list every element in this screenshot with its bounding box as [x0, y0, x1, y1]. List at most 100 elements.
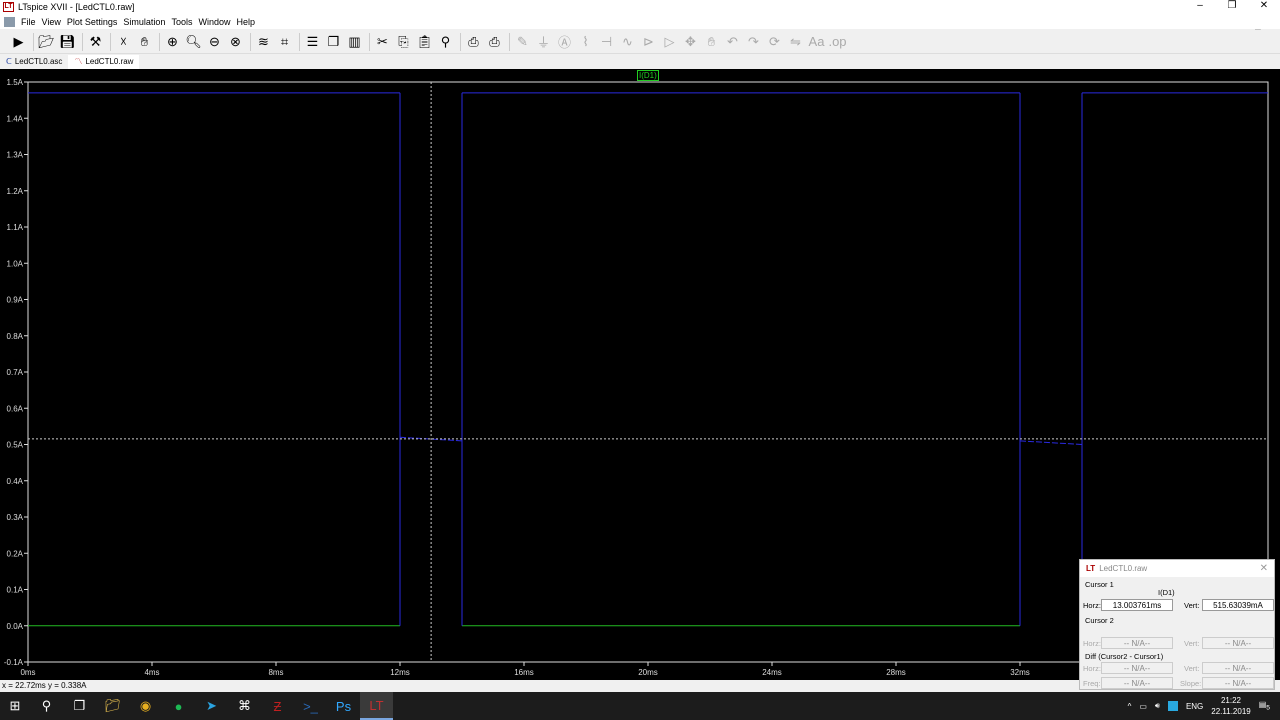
mark-icon[interactable]: ⌗	[275, 32, 294, 51]
zoom-out-icon[interactable]: ⊖	[205, 32, 224, 51]
autorange-icon[interactable]: ≋	[254, 32, 273, 51]
cursor1-heading: Cursor 1	[1085, 580, 1114, 589]
schematic-icon: ᑕ	[6, 57, 12, 66]
y-tick-label: 0.7A	[7, 368, 24, 377]
toolbar-separator	[460, 32, 461, 51]
x-tick-label: 12ms	[390, 668, 410, 677]
save-icon[interactable]: 💾︎	[58, 32, 77, 51]
volume-icon[interactable]: 🔊︎	[1155, 701, 1160, 711]
redo-icon[interactable]: ↷	[744, 32, 763, 51]
telegram-icon[interactable]: ➤	[195, 692, 228, 720]
paste-icon[interactable]: 📋︎	[415, 32, 434, 51]
diff-vert-field: -- N/A--	[1202, 662, 1274, 674]
label-icon[interactable]: Ⓐ	[555, 32, 574, 51]
language-indicator[interactable]: ENG	[1186, 702, 1203, 711]
tab-schematic[interactable]: ᑕ LedCTL0.asc	[0, 55, 69, 69]
minimize-button[interactable]: –	[1184, 0, 1216, 11]
y-tick-label: 0.0A	[7, 622, 24, 631]
menu-view[interactable]: View	[42, 17, 61, 27]
menu-simulation[interactable]: Simulation	[123, 17, 165, 27]
ltspice-icon[interactable]: LT	[360, 692, 393, 720]
menu-plot-settings[interactable]: Plot Settings	[67, 17, 118, 27]
toolbar-separator	[33, 32, 34, 51]
notifications-icon[interactable]: ▤5	[1259, 700, 1270, 712]
toolbar-separator	[159, 32, 160, 51]
filezilla-icon[interactable]: Ƶ	[261, 692, 294, 720]
capacitor-icon[interactable]: ⊣	[597, 32, 616, 51]
y-tick-label: 0.3A	[7, 513, 24, 522]
tile-horizontal-icon[interactable]: ☰	[303, 32, 322, 51]
inductor-icon[interactable]: ∿	[618, 32, 637, 51]
cursor1-horz-field[interactable]: 13.003761ms	[1101, 599, 1173, 611]
drag-icon[interactable]: ✋︎	[702, 32, 721, 51]
wifi-icon[interactable]	[1167, 701, 1178, 711]
copy-icon[interactable]: ⎘	[394, 32, 413, 51]
freq-field: -- N/A--	[1101, 677, 1173, 689]
ltspice-logo-icon: LT	[1086, 564, 1096, 573]
chrome-icon[interactable]: ◉	[129, 692, 162, 720]
resistor-icon[interactable]: ⌇	[576, 32, 595, 51]
y-tick-label: 0.2A	[7, 549, 24, 558]
cascade-icon[interactable]: ❐	[324, 32, 343, 51]
zoom-in-icon[interactable]: ⊕	[163, 32, 182, 51]
undo-icon[interactable]: ↶	[723, 32, 742, 51]
menu-file[interactable]: File	[21, 17, 36, 27]
clock[interactable]: 21:22 22.11.2019	[1211, 695, 1250, 717]
move-icon[interactable]: ✥	[681, 32, 700, 51]
y-tick-label: 1.4A	[7, 114, 24, 123]
network-icon[interactable]: ▭	[1139, 702, 1147, 711]
powershell-icon[interactable]: >_	[294, 692, 327, 720]
cut-icon[interactable]: ✂	[373, 32, 392, 51]
component-icon[interactable]: ▷	[660, 32, 679, 51]
halt-icon[interactable]: ☓	[114, 32, 133, 51]
cursor1-vert-field[interactable]: 515.63039mA	[1202, 599, 1274, 611]
y-tick-label: 1.3A	[7, 151, 24, 160]
menu-help[interactable]: Help	[236, 17, 255, 27]
diff-horz-field: -- N/A--	[1101, 662, 1173, 674]
y-tick-label: 0.6A	[7, 404, 24, 413]
trace-label[interactable]: I(D1)	[637, 70, 659, 81]
x-tick-label: 0ms	[20, 668, 35, 677]
network-tool-icon[interactable]: ⌘	[228, 692, 261, 720]
search-icon[interactable]: ⚲	[30, 692, 63, 720]
toolbar: ▶ 📂︎ 💾︎ ⚒ ☓ ✋︎ ⊕ 🔍︎ ⊖ ⊗ ≋ ⌗ ☰ ❐ ▥ ✂ ⎘ 📋︎ ⚲ ⎙ ⎙ ✎ ⏚ Ⓐ ⌇ ⊣ ∿ ⊳ ▷ ✥ ✋︎ ↶ ↷ ⟳…	[0, 30, 1280, 54]
photoshop-icon[interactable]: Ps	[327, 692, 360, 720]
ground-icon[interactable]: ⏚	[534, 32, 553, 51]
print-setup-icon[interactable]: ⎙	[464, 32, 483, 51]
menu-tools[interactable]: Tools	[171, 17, 192, 27]
file-explorer-icon[interactable]: 📁︎	[96, 692, 129, 720]
tile-vertical-icon[interactable]: ▥	[345, 32, 364, 51]
spice-directive-icon[interactable]: .op	[828, 32, 847, 51]
cursor2-heading: Cursor 2	[1085, 616, 1114, 625]
find-icon[interactable]: ⚲	[436, 32, 455, 51]
open-icon[interactable]: 📂︎	[37, 32, 56, 51]
task-view-icon[interactable]: ❐	[63, 692, 96, 720]
diode-icon[interactable]: ⊳	[639, 32, 658, 51]
tab-waveform[interactable]: 〽 LedCTL0.raw	[68, 55, 140, 69]
horz-label: Horz:	[1083, 638, 1101, 648]
cursor-trace-name: I(D1)	[1158, 588, 1175, 597]
y-tick-label: 1.2A	[7, 187, 24, 196]
cursor-window: LT LedCTL0.raw ✕ Cursor 1 I(D1) Horz: 13.00…	[1079, 559, 1275, 690]
cursor-window-title[interactable]: LT LedCTL0.raw ✕	[1080, 560, 1274, 577]
close-button[interactable]: ✕	[1248, 0, 1280, 11]
pan-icon[interactable]: ✋︎	[135, 32, 154, 51]
close-icon[interactable]: ✕	[1260, 563, 1268, 574]
draw-wire-icon[interactable]: ✎	[513, 32, 532, 51]
text-icon[interactable]: Aa	[807, 32, 826, 51]
control-panel-icon[interactable]: ⚒	[86, 32, 105, 51]
mirror-icon[interactable]: ⇋	[786, 32, 805, 51]
print-icon[interactable]: ⎙	[485, 32, 504, 51]
y-tick-label: 1.0A	[7, 259, 24, 268]
menu-window[interactable]: Window	[198, 17, 230, 27]
run-icon[interactable]: ▶	[9, 32, 28, 51]
zoom-fit-icon[interactable]: ⊗	[226, 32, 245, 51]
rotate-icon[interactable]: ⟳	[765, 32, 784, 51]
y-tick-label: 0.1A	[7, 586, 24, 595]
chevron-up-icon[interactable]: ^	[1128, 702, 1132, 711]
spotify-icon[interactable]: ●	[162, 692, 195, 720]
maximize-button[interactable]: ❐	[1216, 0, 1248, 11]
start-icon[interactable]: ⊞	[0, 692, 30, 720]
horz-label: Horz:	[1083, 600, 1101, 610]
zoom-area-icon[interactable]: 🔍︎	[184, 32, 203, 51]
